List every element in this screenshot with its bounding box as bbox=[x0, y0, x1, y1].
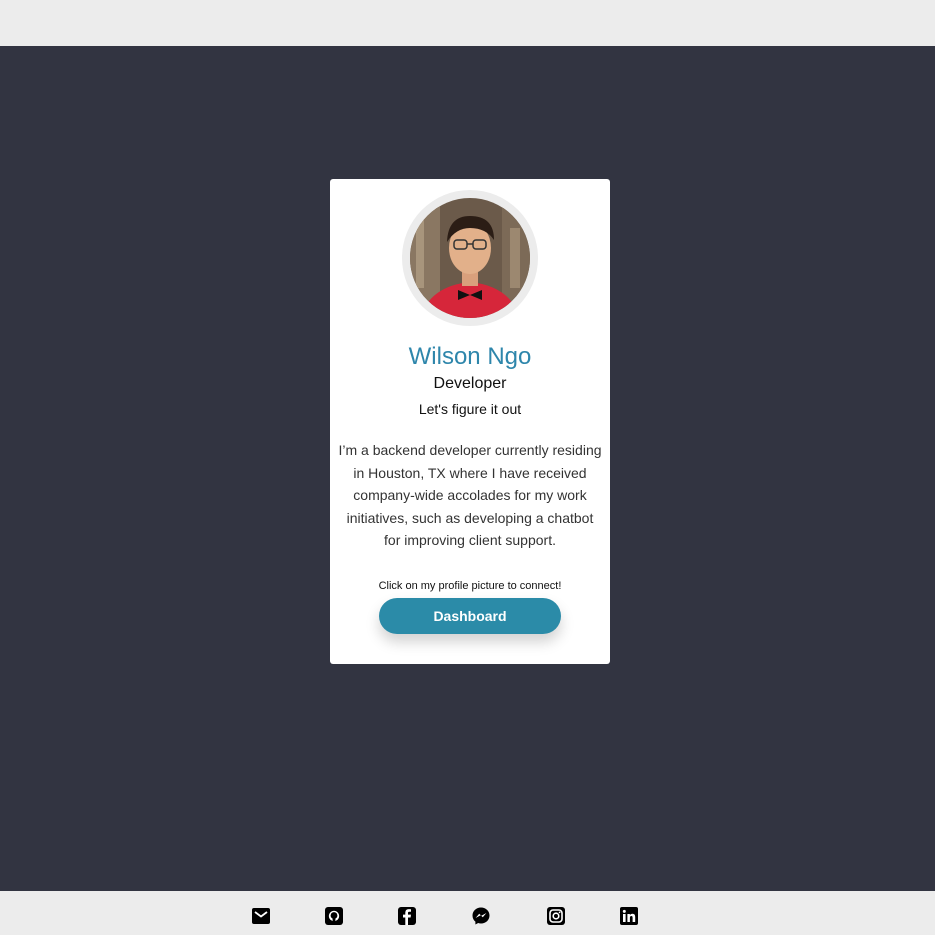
profile-tagline: Let's figure it out bbox=[418, 401, 522, 417]
profile-card: Wilson Ngo Developer Let's figure it out… bbox=[330, 179, 610, 664]
github-icon[interactable] bbox=[325, 907, 343, 925]
profile-bio: I’m a backend developer currently residi… bbox=[338, 442, 602, 548]
profile-photo bbox=[410, 198, 530, 318]
avatar-ring bbox=[402, 190, 538, 326]
profile-role: Developer bbox=[433, 375, 507, 392]
dashboard-button[interactable]: Dashboard bbox=[379, 598, 561, 634]
connect-hint: Click on my profile picture to connect! bbox=[378, 580, 562, 592]
messenger-icon[interactable] bbox=[472, 907, 490, 925]
instagram-icon[interactable] bbox=[547, 907, 565, 925]
profile-avatar[interactable] bbox=[410, 198, 530, 318]
email-icon[interactable] bbox=[252, 907, 270, 925]
linkedin-icon[interactable] bbox=[620, 907, 638, 925]
top-bar bbox=[0, 0, 935, 46]
footer bbox=[0, 891, 935, 935]
profile-name: Wilson Ngo bbox=[408, 343, 532, 370]
facebook-icon[interactable] bbox=[398, 907, 416, 925]
